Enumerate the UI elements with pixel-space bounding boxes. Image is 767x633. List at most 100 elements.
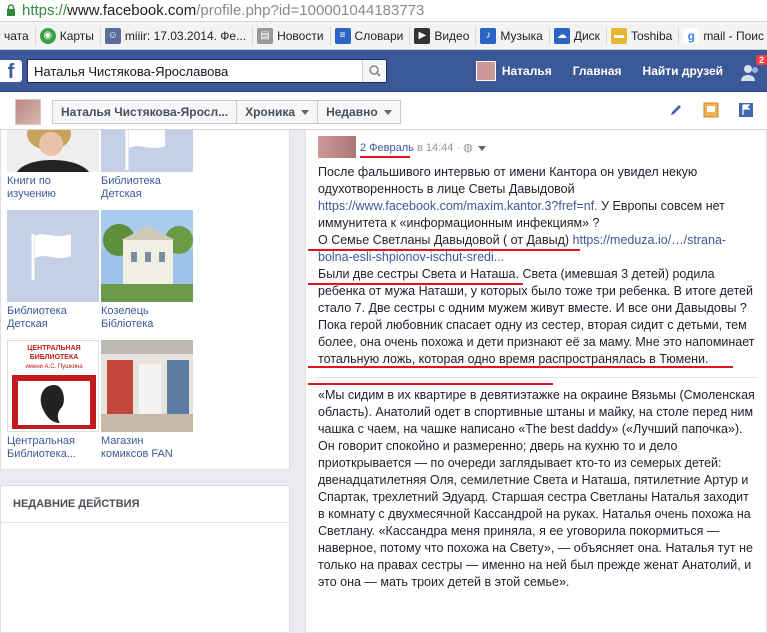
timeline-tab-button[interactable]: Хроника [237,101,319,123]
recent-activity-header: НЕДАВНИЕ ДЕЙСТВИЯ [1,486,289,523]
lock-icon [7,4,15,16]
library-building-photo [101,210,193,302]
bookmark-maps[interactable]: ◉ Карты [36,26,101,45]
dictionary-icon: ≡ [334,27,351,44]
nav-find-friends[interactable]: Найти друзей [632,50,733,92]
page-photo [7,210,99,302]
liked-pages-grid: Книги по изучению Библиотека Детская Биб… [0,130,290,470]
bookmark-label: Toshiba [630,28,673,43]
comics-shop-photo [101,340,193,432]
search-icon [369,65,381,77]
friend-requests-button[interactable]: 2 [739,55,767,83]
post-paragraph-3a: Были две сестры Света и Наташа [318,267,516,281]
page-tile[interactable]: Магазин комиксов FAN [101,340,193,461]
search-input[interactable]: Наталья Чистякова-Ярославова [27,59,387,83]
left-column: Книги по изучению Библиотека Детская Биб… [0,130,290,633]
post-paragraph: Были две сестры Света и Наташа. Света (и… [318,266,758,368]
bookmark-label: Словари [354,28,404,43]
bookmark-label: Новости [277,28,324,43]
page-caption: Книги по изучению [7,175,56,200]
bookmark-chat[interactable]: чата [0,26,36,45]
google-icon: g [683,27,700,44]
page-tile[interactable]: Книги по изучению [7,130,99,201]
avatar [475,61,496,81]
recent-filter-button[interactable]: Недавно [318,101,400,123]
disk-icon: ☁ [553,27,570,44]
page-photo [101,210,193,302]
search-value: Наталья Чистякова-Ярославова [34,64,229,79]
photo-icon[interactable] [702,101,720,119]
folder-icon: ▬ [610,27,627,44]
address-bar[interactable]: https://www.facebook.com/profile.php?id=… [0,0,767,22]
page-tile[interactable]: Козелець Бібліотека [101,210,193,331]
library-sign-line3: имени А.С. Пушкина [25,364,83,370]
pushkin-library-logo-icon: ЦЕНТРАЛЬНАЯ БИБЛИОТЕКА имени А.С. Пушкина [12,345,96,429]
red-underline [308,366,733,368]
bookmark-label: чата [4,28,29,43]
facebook-logo-icon[interactable]: f [0,60,22,83]
bookmark-toshiba[interactable]: ▬ Toshiba [607,26,680,45]
nav-home[interactable]: Главная [562,50,632,92]
bookmark-label: mail - Поис [703,28,764,43]
chevron-down-icon [383,109,392,115]
woman-portrait-icon [17,130,89,172]
profile-name-label: Наталья Чистякова-Яросл... [61,105,229,119]
music-icon: ♪ [480,27,497,44]
default-page-flag-icon [125,130,165,170]
bookmark-mail[interactable]: g mail - Поис [679,27,767,45]
bookmark-label: Музыка [500,28,543,43]
page-photo [101,130,193,172]
profile-thumbnail[interactable] [15,99,41,125]
post-quote: «Мы сидим в их квартире в девятиэтажке н… [318,388,755,589]
page-photo: ЦЕНТРАЛЬНАЯ БИБЛИОТЕКА имени А.С. Пушкина [7,340,99,432]
chevron-down-icon[interactable] [477,146,486,151]
bookmark-label: Диск [573,28,600,43]
timeline-post: 2 Февраль в 14:44 · ◍ После фальшивого и… [305,130,767,633]
recent-activity-panel: НЕДАВНИЕ ДЕЙСТВИЯ [0,485,290,633]
video-icon: ▶ [414,27,431,44]
page-tile[interactable]: Библиотека Детская [101,130,193,201]
maps-icon: ◉ [39,27,56,44]
library-sign-line2: БИБЛИОТЕКА [30,354,79,361]
bookmark-news[interactable]: ▤ Новости [253,26,331,45]
post-time: в 14:44 [416,142,454,154]
post-header: 2 Февраль в 14:44 · ◍ [318,136,758,166]
post-author-avatar[interactable] [318,136,356,158]
page-caption: Центральная Библиотека... [7,435,76,460]
edit-icon[interactable] [667,101,685,119]
page-caption: Козелець Бібліотека [101,305,154,330]
post-paragraph-3b: . Света (имевшая 3 детей) родила ребенка… [318,267,755,366]
post-paragraph-2: О Семье Светланы Давыдовой ( от Давыд) [318,233,573,247]
page-photo [101,340,193,432]
red-underline [308,383,553,385]
bookmark-video[interactable]: ▶ Видео [410,26,477,45]
url-path: /profile.php?id=100001044183773 [196,2,425,19]
default-page-flag-icon [31,234,71,280]
page-caption: Библиотека Детская [7,305,67,330]
nav-find-friends-label: Найти друзей [642,64,723,78]
red-underline [308,283,523,285]
page-tile[interactable]: ЦЕНТРАЛЬНАЯ БИБЛИОТЕКА имени А.С. Пушкина … [7,340,99,461]
bookmark-miiir[interactable]: ☺ miiir: 17.03.2014. Фе... [101,26,254,45]
red-underline [360,156,410,158]
bookmark-music[interactable]: ♪ Музыка [476,26,550,45]
globe-icon: ◍ [463,142,473,154]
page-caption: Магазин комиксов FAN [101,435,173,460]
page-tile[interactable]: Библиотека Детская [7,210,99,331]
timeline-navbar: Наталья Чистякова-Яросл... Хроника Недав… [0,92,767,130]
post-timestamp[interactable]: 2 Февраль в 14:44 · ◍ [360,141,486,154]
bookmark-disk[interactable]: ☁ Диск [550,26,607,45]
chevron-down-icon [301,109,310,115]
facebook-header: f Наталья Чистякова-Ярославова Наталья Г… [0,50,767,92]
post-link-facebook[interactable]: https://www.facebook.com/maxim.kantor.3?… [318,199,598,213]
header-nav: Наталья Главная Найти друзей 2 [465,50,767,92]
divider [318,377,758,378]
flag-icon[interactable] [737,101,755,119]
post-date: 2 Февраль [360,142,414,154]
page-caption: Библиотека Детская [101,175,161,200]
bookmark-dictionary[interactable]: ≡ Словари [331,26,411,45]
nav-profile[interactable]: Наталья [465,50,562,92]
nav-home-label: Главная [572,64,622,78]
search-button[interactable] [362,60,386,82]
profile-name-button[interactable]: Наталья Чистякова-Яросл... [53,101,238,123]
